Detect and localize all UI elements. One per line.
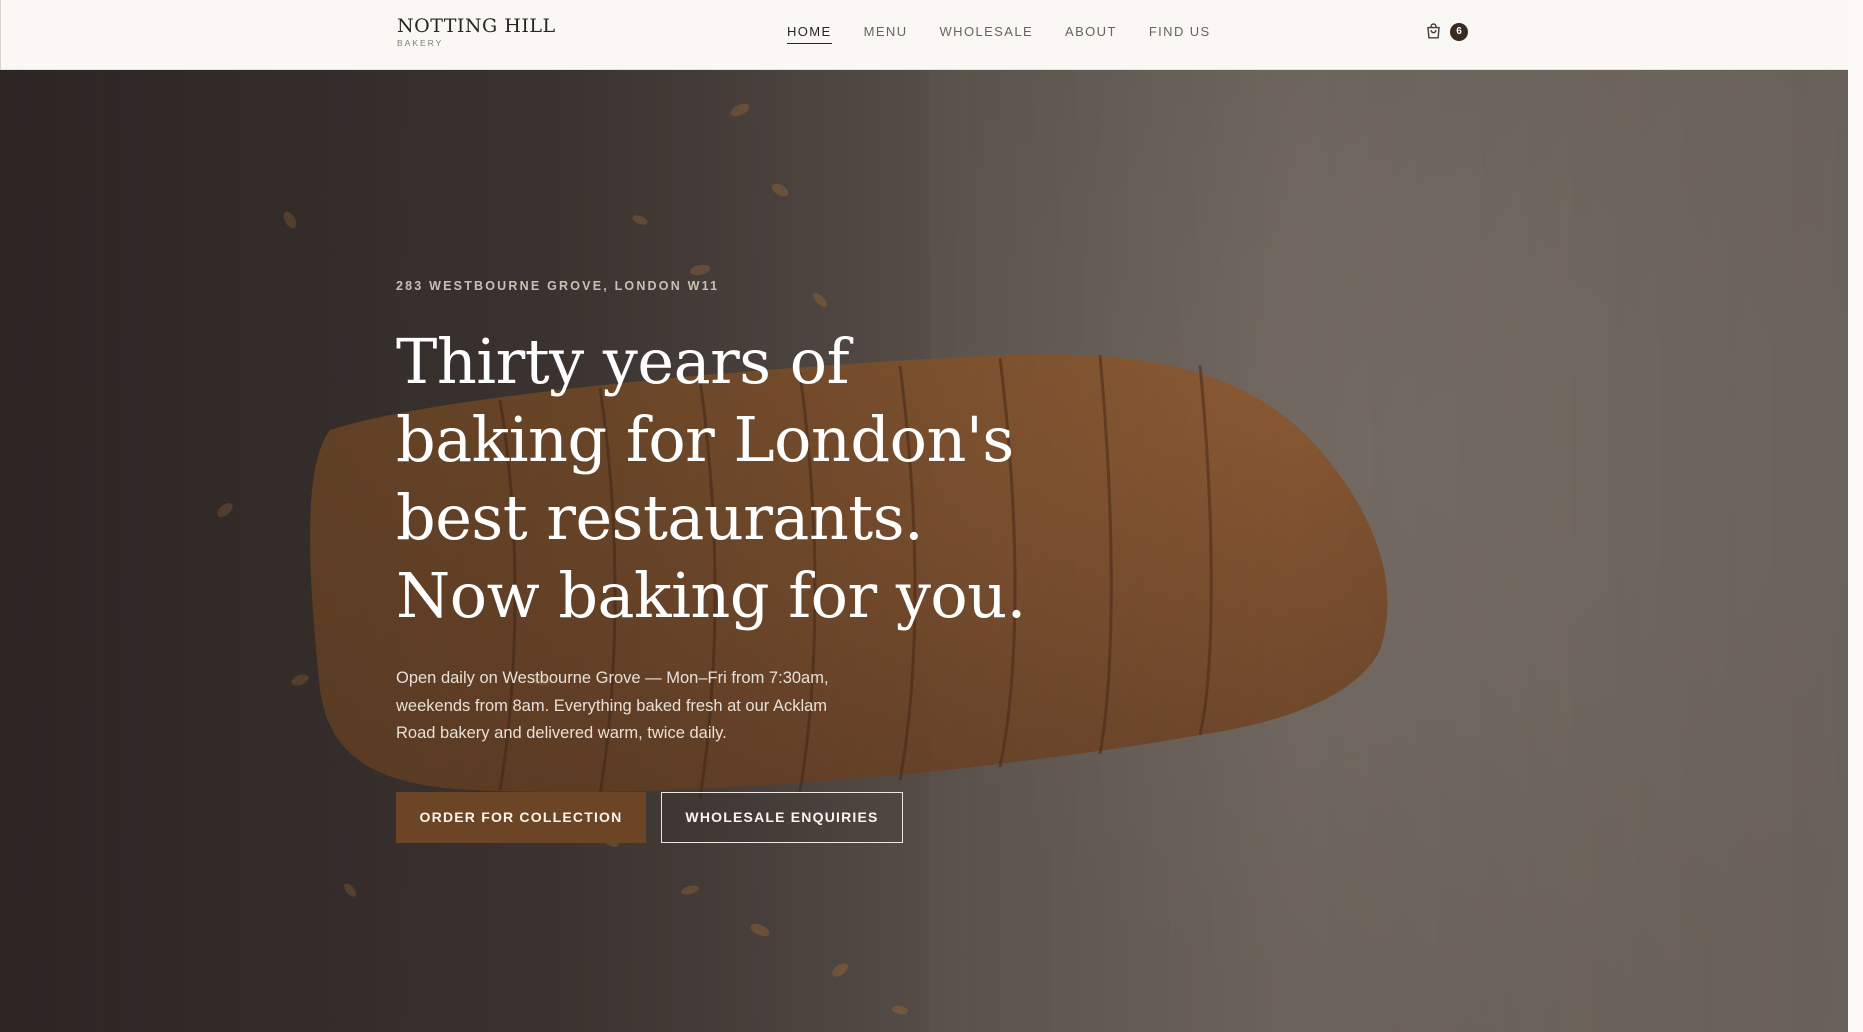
cart-count-badge: 6 — [1450, 22, 1468, 41]
hero-cta-group: ORDER FOR COLLECTION WHOLESALE ENQUIRIES — [396, 791, 1096, 843]
nav-item-find-us[interactable]: FIND US — [1149, 24, 1211, 44]
order-for-collection-button[interactable]: ORDER FOR COLLECTION — [396, 791, 646, 843]
site-header: NOTTING HILL BAKERY HOME MENU WHOLESALE … — [0, 0, 1848, 70]
hero-description: Open daily on Westbourne Grove — Mon–Fri… — [396, 669, 829, 742]
shopping-bag-icon — [1427, 23, 1440, 39]
brand-subtitle: BAKERY — [397, 38, 444, 48]
nav-item-about[interactable]: ABOUT — [1065, 24, 1117, 44]
nav-item-wholesale[interactable]: WHOLESALE — [940, 24, 1034, 44]
scrollbar-track[interactable] — [1848, 0, 1863, 1032]
wholesale-enquiries-button[interactable]: WHOLESALE ENQUIRIES — [661, 791, 903, 843]
hero-headline: Thirty years of baking for London's best… — [396, 325, 1026, 632]
hero-section: 283 WESTBOURNE GROVE, LONDON W11 Thirty … — [0, 70, 1848, 1032]
hero-content: 283 WESTBOURNE GROVE, LONDON W11 Thirty … — [396, 279, 1096, 843]
nav-item-home[interactable]: HOME — [787, 24, 832, 44]
nav-item-menu[interactable]: MENU — [864, 24, 908, 44]
brand-name: NOTTING HILL — [397, 15, 556, 37]
address-eyebrow: 283 WESTBOURNE GROVE, LONDON W11 — [396, 279, 720, 293]
main-nav: HOME MENU WHOLESALE ABOUT FIND US — [787, 24, 1243, 44]
brand-logo[interactable]: NOTTING HILL BAKERY — [397, 15, 556, 48]
cart-button[interactable]: 6 — [1424, 22, 1468, 41]
